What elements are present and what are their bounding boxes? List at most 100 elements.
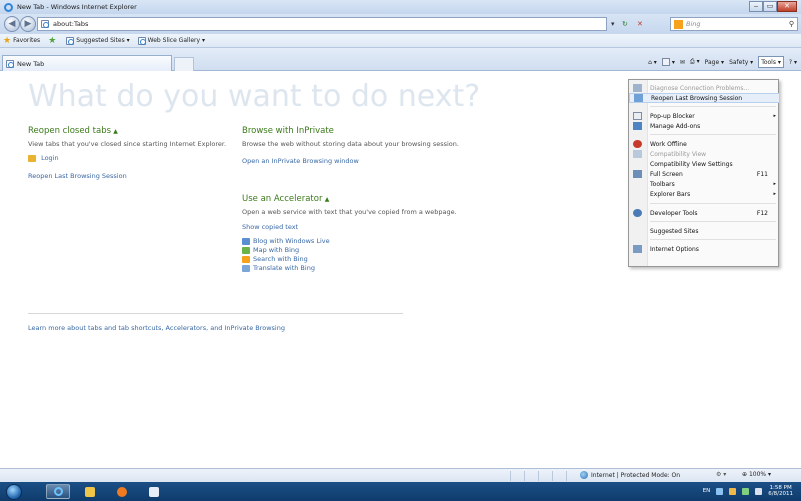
menu-item-label: Explorer Bars	[650, 190, 691, 198]
taskbar-ie-button[interactable]	[46, 484, 70, 499]
popup-blocker-icon	[633, 112, 642, 120]
collapse-chevron-icon[interactable]: ▲	[113, 128, 118, 135]
start-button[interactable]	[6, 484, 22, 500]
taskbar-app-button[interactable]	[142, 484, 166, 499]
accelerator-item-blog[interactable]: Blog with Windows Live	[242, 237, 472, 246]
open-inprivate-link[interactable]: Open an InPrivate Browsing window	[242, 157, 462, 165]
zoom-icon: ⊕	[742, 471, 748, 478]
stop-button[interactable]: ✕	[637, 17, 643, 31]
tray-power-icon[interactable]	[742, 487, 750, 495]
menu-item-label: Diagnose Connection Problems...	[650, 84, 750, 92]
favorites-button[interactable]: ★ Favorites	[3, 36, 40, 46]
security-zone[interactable]: Internet | Protected Mode: On	[580, 471, 680, 479]
menu-item-compatibility-view[interactable]: Compatibility View	[629, 149, 780, 159]
menu-item-full-screen[interactable]: Full Screen F11	[629, 169, 780, 179]
forward-button[interactable]: ▶	[20, 16, 36, 32]
accelerator-item-map[interactable]: Map with Bing	[242, 246, 472, 255]
blog-icon	[242, 237, 250, 245]
menu-separator	[650, 106, 776, 107]
addons-icon	[633, 122, 642, 130]
zoom-level[interactable]: ⊕ 100% ▾	[742, 471, 771, 478]
translate-icon	[242, 264, 250, 272]
page-icon	[137, 36, 146, 45]
menu-item-reopen-last[interactable]: Reopen Last Browsing Session	[629, 93, 780, 103]
developer-tools-icon	[633, 209, 642, 217]
taskbar-media-player-button[interactable]	[110, 484, 134, 499]
tray-flag-icon[interactable]	[729, 487, 737, 495]
bing-search-icon	[242, 255, 250, 263]
page-menu-button[interactable]: Page ▾	[705, 59, 724, 66]
menu-item-suggested-sites[interactable]: Suggested Sites	[629, 226, 780, 236]
read-mail-button[interactable]: ✉	[680, 59, 685, 66]
login-link[interactable]: Login	[28, 154, 228, 162]
bing-icon	[674, 19, 683, 29]
learn-more-link[interactable]: Learn more about tabs and tab shortcuts,…	[28, 324, 285, 332]
back-button[interactable]: ◀	[4, 16, 20, 32]
menu-item-label: Compatibility View Settings	[650, 160, 733, 168]
submenu-arrow-icon: ▸	[773, 181, 776, 187]
menu-item-popup-blocker[interactable]: Pop-up Blocker ▸	[629, 111, 780, 121]
search-box[interactable]: Bing ⚲	[670, 17, 798, 31]
feeds-icon	[661, 58, 670, 66]
menu-separator	[650, 203, 776, 204]
status-separator	[552, 471, 553, 481]
show-copied-text-link[interactable]: Show copied text	[242, 223, 472, 231]
address-row: ◀ ▶ about:Tabs ▾ ↻ ✕ Bing ⚲	[0, 14, 801, 34]
close-button[interactable]: ✕	[777, 1, 797, 12]
menu-item-label: Toolbars	[650, 180, 675, 188]
ie-taskbar-icon	[53, 487, 63, 496]
print-button[interactable]: ⎙ ▾	[690, 58, 700, 66]
refresh-button[interactable]: ↻	[622, 17, 628, 31]
home-button[interactable]: ⌂ ▾	[648, 59, 657, 66]
favorites-item-suggested-sites[interactable]: Suggested Sites ▾	[66, 36, 130, 45]
favorites-item-web-slice-gallery[interactable]: Web Slice Gallery ▾	[137, 36, 205, 45]
status-separator	[566, 471, 567, 481]
maximize-button[interactable]: ▭	[763, 1, 777, 12]
menu-item-diagnose[interactable]: Diagnose Connection Problems...	[629, 83, 780, 93]
window-title: New Tab - Windows Internet Explorer	[17, 3, 137, 11]
menu-item-developer-tools[interactable]: Developer Tools F12	[629, 208, 780, 218]
add-favorite-icon[interactable]: ★	[48, 36, 58, 46]
safety-menu-button[interactable]: Safety ▾	[729, 59, 753, 66]
accelerator-item-label: Blog with Windows Live	[253, 237, 330, 245]
favorites-label: Favorites	[13, 37, 41, 44]
menu-item-toolbars[interactable]: Toolbars ▸	[629, 179, 780, 189]
minimize-button[interactable]: ‒	[749, 1, 763, 12]
menu-item-label: Reopen Last Browsing Session	[651, 94, 743, 102]
tab-new-tab[interactable]: New Tab	[2, 55, 172, 71]
internet-options-icon	[633, 245, 642, 253]
address-url[interactable]: about:Tabs	[53, 20, 88, 28]
accelerator-title-row[interactable]: Use an Accelerator ▲	[242, 194, 472, 204]
new-tab-button[interactable]	[174, 57, 194, 71]
address-dropdown-icon[interactable]: ▾	[611, 17, 615, 31]
menu-item-work-offline[interactable]: Work Offline	[629, 139, 780, 149]
clock[interactable]: 1:58 PM 6/8/2011	[768, 485, 793, 497]
help-menu-button[interactable]: ? ▾	[789, 59, 797, 66]
accelerator-item-label: Map with Bing	[253, 246, 300, 254]
language-indicator[interactable]: EN	[703, 488, 711, 494]
menu-item-label: Compatibility View	[650, 150, 707, 158]
tray-volume-icon[interactable]	[755, 487, 763, 495]
taskbar-explorer-button[interactable]	[78, 484, 102, 499]
zoom-dropdown-icon: ▾	[768, 471, 772, 478]
reopen-last-session-link[interactable]: Reopen Last Browsing Session	[28, 172, 228, 180]
address-bar[interactable]: about:Tabs	[37, 17, 607, 31]
accelerator-item-search[interactable]: Search with Bing	[242, 255, 472, 264]
protected-mode-icon[interactable]: ⚙ ▾	[716, 471, 726, 478]
folder-icon	[85, 486, 95, 497]
tray-network-icon[interactable]	[716, 487, 724, 495]
search-button[interactable]: ⚲	[789, 20, 794, 28]
feeds-button[interactable]: ▾	[661, 58, 675, 66]
window-controls: ‒ ▭ ✕	[749, 1, 797, 12]
page-icon	[66, 36, 75, 45]
collapse-chevron-icon[interactable]: ▲	[325, 196, 330, 203]
reopen-title-row[interactable]: Reopen closed tabs ▲	[28, 126, 228, 136]
tools-menu-button[interactable]: Tools ▾	[758, 56, 784, 68]
menu-item-manage-addons[interactable]: Manage Add-ons	[629, 121, 780, 131]
menu-item-label: Full Screen	[650, 170, 683, 178]
menu-item-internet-options[interactable]: Internet Options	[629, 244, 780, 254]
menu-item-compatibility-settings[interactable]: Compatibility View Settings	[629, 159, 780, 169]
tab-page-icon	[6, 59, 14, 68]
accelerator-item-translate[interactable]: Translate with Bing	[242, 264, 472, 273]
menu-item-explorer-bars[interactable]: Explorer Bars ▸	[629, 189, 780, 199]
